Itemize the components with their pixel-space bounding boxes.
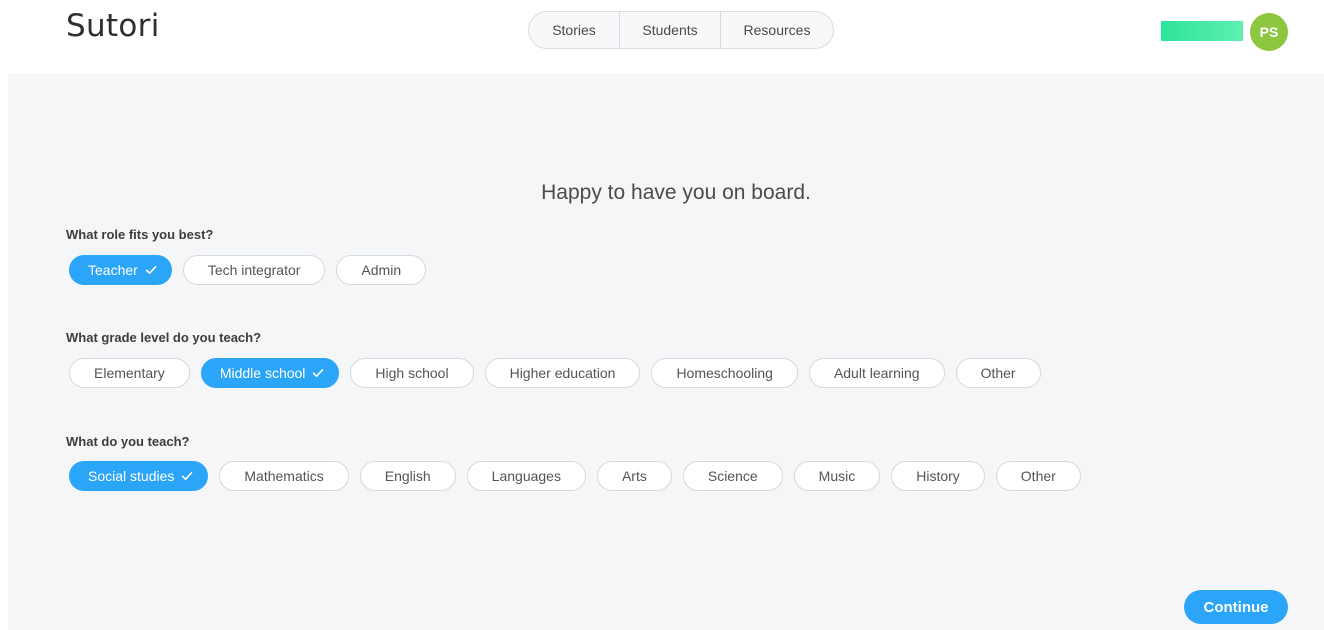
option-label: Higher education	[509, 365, 616, 381]
option-chip-elementary[interactable]: Elementary	[69, 358, 190, 388]
question-role-label: What role fits you best?	[66, 227, 214, 242]
option-label: Languages	[491, 468, 561, 484]
option-label: Social studies	[88, 468, 175, 484]
header: Sutori Stories Students Resources PS	[0, 0, 1324, 74]
onboarding-panel	[8, 74, 1324, 630]
option-chip-high-school[interactable]: High school	[350, 358, 474, 388]
check-icon	[145, 266, 157, 274]
main-nav: Stories Students Resources	[528, 11, 834, 49]
option-chip-middle-school[interactable]: Middle school	[200, 358, 340, 388]
option-label: Middle school	[219, 365, 306, 381]
option-label: Tech integrator	[207, 262, 301, 278]
highlight-bar	[1161, 21, 1243, 41]
option-chip-science[interactable]: Science	[682, 461, 783, 491]
option-label: High school	[375, 365, 449, 381]
option-chip-homeschooling[interactable]: Homeschooling	[651, 358, 798, 388]
nav-resources[interactable]: Resources	[721, 12, 833, 48]
option-label: Teacher	[88, 262, 138, 278]
option-label: Elementary	[94, 365, 165, 381]
option-chip-history[interactable]: History	[891, 461, 985, 491]
check-icon	[313, 369, 324, 377]
option-label: Science	[707, 468, 758, 484]
option-chip-teacher[interactable]: Teacher	[69, 255, 172, 285]
option-label: Homeschooling	[676, 365, 773, 381]
option-label: Adult learning	[833, 365, 920, 381]
option-chip-english[interactable]: English	[359, 461, 456, 491]
option-chip-mathematics[interactable]: Mathematics	[219, 461, 349, 491]
option-chip-music[interactable]: Music	[793, 461, 881, 491]
option-chip-other[interactable]: Other	[995, 461, 1081, 491]
option-chip-social-studies[interactable]: Social studies	[69, 461, 209, 491]
option-label: Mathematics	[244, 468, 324, 484]
role-options: Teacher Tech integrator Admin	[69, 255, 427, 285]
option-label: Music	[818, 468, 856, 484]
subject-options: Social studies Mathematics English Language…	[69, 461, 1081, 491]
option-label: English	[384, 468, 431, 484]
option-label: History	[916, 468, 960, 484]
grade-options: Elementary Middle school High school Higher…	[69, 358, 1041, 388]
option-label: Other	[1020, 468, 1056, 484]
check-icon	[182, 472, 193, 480]
option-label: Admin	[361, 262, 402, 278]
logo[interactable]: Sutori	[66, 8, 160, 44]
option-chip-arts[interactable]: Arts	[596, 461, 672, 491]
avatar[interactable]: PS	[1250, 13, 1288, 51]
option-label: Arts	[621, 468, 647, 484]
question-subject-label: What do you teach?	[66, 434, 190, 449]
option-chip-tech-integrator[interactable]: Tech integrator	[182, 255, 326, 285]
option-label: Other	[980, 365, 1016, 381]
page-title: Happy to have you on board.	[541, 181, 811, 204]
nav-students[interactable]: Students	[620, 12, 721, 48]
option-chip-other[interactable]: Other	[955, 358, 1041, 388]
nav-stories[interactable]: Stories	[529, 12, 620, 48]
question-grade-label: What grade level do you teach?	[66, 330, 262, 345]
option-chip-adult-learning[interactable]: Adult learning	[808, 358, 945, 388]
option-chip-languages[interactable]: Languages	[466, 461, 586, 491]
option-chip-admin[interactable]: Admin	[336, 255, 427, 285]
continue-button[interactable]: Continue	[1184, 590, 1288, 624]
option-chip-higher-education[interactable]: Higher education	[484, 358, 641, 388]
